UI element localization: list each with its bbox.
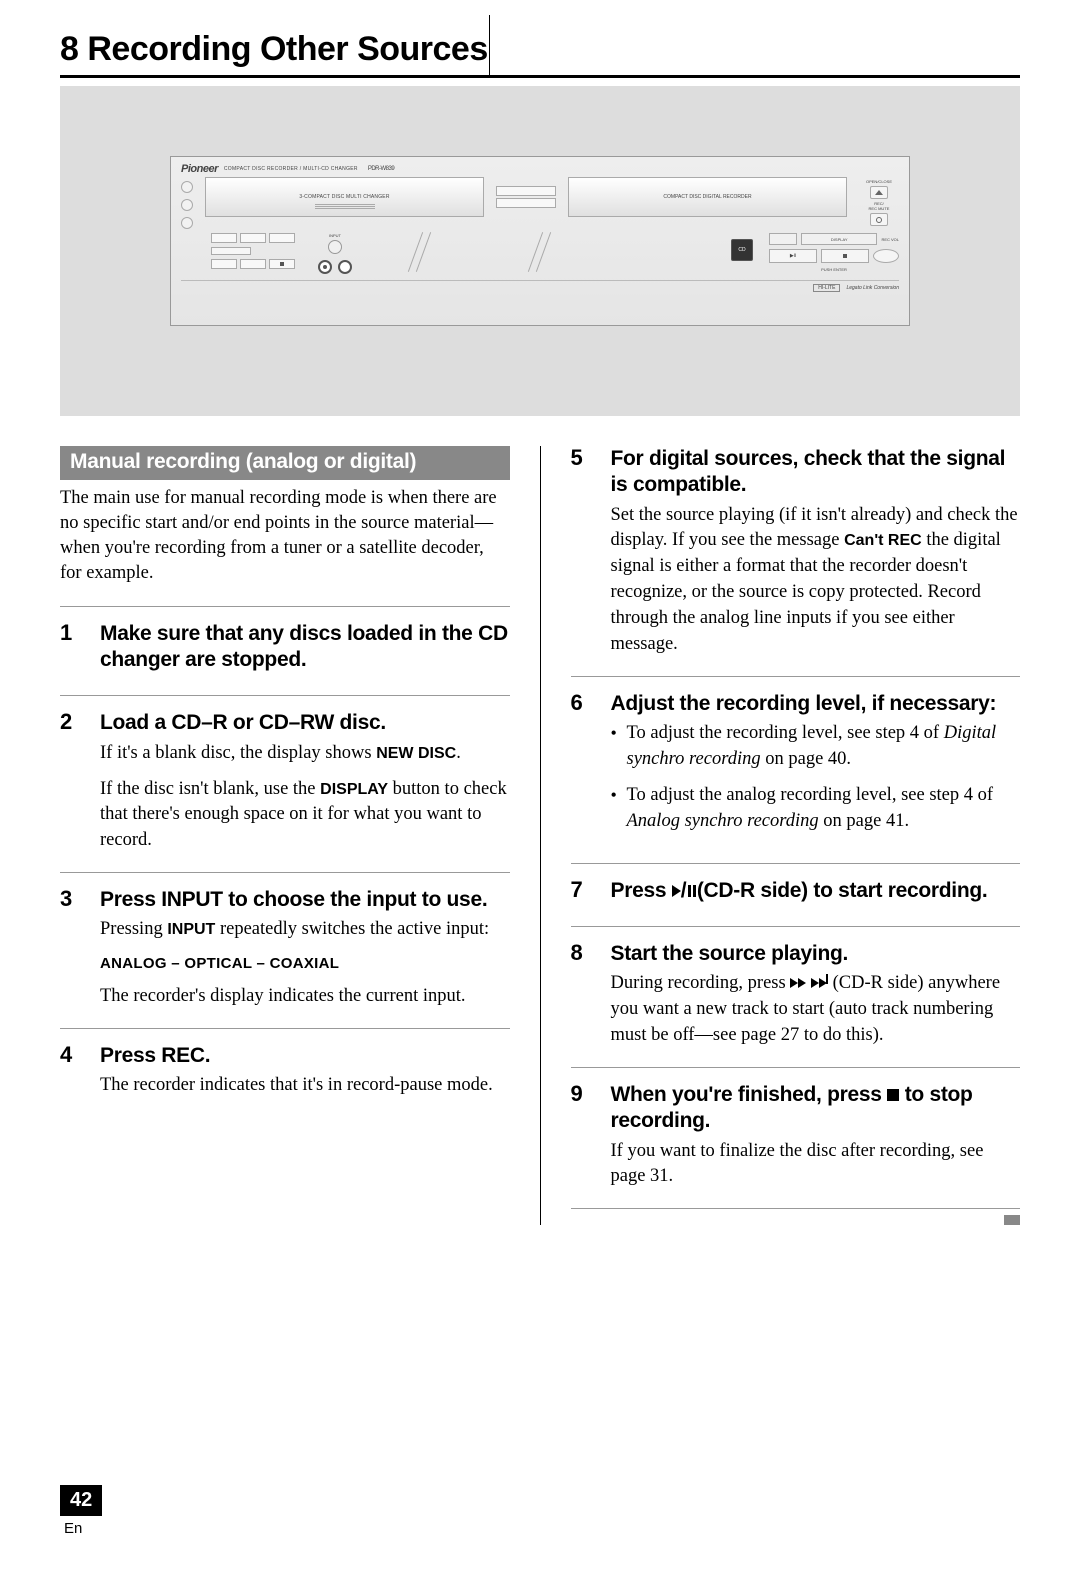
step-4: 4 Press REC. The recorder indicates that… xyxy=(60,1028,510,1117)
step-heading: Make sure that any discs loaded in the C… xyxy=(100,621,510,674)
rec-vol-label: REC VOL xyxy=(881,237,899,242)
disc-indicator-1 xyxy=(181,181,193,193)
chapter-header: 8 Recording Other Sources xyxy=(60,30,1020,78)
step-number: 3 xyxy=(60,887,82,1010)
brand-logo: Pioneer xyxy=(181,163,218,175)
step-number: 2 xyxy=(60,710,82,854)
step-number: 7 xyxy=(571,878,593,908)
step-5: 5 For digital sources, check that the si… xyxy=(571,446,1021,676)
device-front-panel: Pioneer COMPACT DISC RECORDER / MULTI-CD… xyxy=(170,156,910,326)
stop-icon xyxy=(887,1089,899,1101)
step-heading: Press / (CD-R side) to start recording. xyxy=(611,878,1021,904)
push-enter-label: PUSH ENTER xyxy=(769,267,899,272)
display-windows xyxy=(496,177,556,217)
input-label: INPUT xyxy=(305,233,365,238)
open-close-label: OPEN/CLOSE xyxy=(866,179,892,184)
step-heading: Start the source playing. xyxy=(611,941,1021,967)
stop-button-device xyxy=(821,249,869,263)
step-9: 9 When you're finished, press to stop re… xyxy=(571,1067,1021,1208)
disc-indicator-2 xyxy=(181,199,193,211)
device-model: PDR-W839 xyxy=(368,166,394,172)
intro-text: The main use for manual recording mode i… xyxy=(60,486,510,586)
language-code: En xyxy=(64,1520,1020,1537)
column-divider xyxy=(540,446,541,1225)
step-1: 1 Make sure that any discs loaded in the… xyxy=(60,606,510,696)
section-banner: Manual recording (analog or digital) xyxy=(60,446,510,480)
device-illustration-area: Pioneer COMPACT DISC RECORDER / MULTI-CD… xyxy=(60,86,1020,416)
step-7: 7 Press / (CD-R side) to start recording… xyxy=(571,863,1021,926)
step-6: 6 Adjust the recording level, if necessa… xyxy=(571,676,1021,863)
header-divider xyxy=(489,15,490,75)
play-pause-button: ▶Ⅱ xyxy=(769,249,817,263)
step-number: 5 xyxy=(571,446,593,658)
page-number: 42 xyxy=(60,1485,102,1516)
input-chain: ANALOG – OPTICAL – COAXIAL xyxy=(100,953,510,974)
page-footer: 42 En xyxy=(60,1225,1020,1537)
display-button-label: DISPLAY xyxy=(801,233,877,245)
step-body-text: To adjust the recording level, see step … xyxy=(611,721,1021,835)
cd-logo-icon: CD xyxy=(731,239,753,261)
knob-2 xyxy=(338,260,352,274)
right-column: 5 For digital sources, check that the si… xyxy=(571,446,1021,1225)
rec-mute-button xyxy=(870,213,888,226)
play-icon xyxy=(672,885,681,897)
step-number: 6 xyxy=(571,691,593,845)
step-body-text: The recorder indicates that it's in reco… xyxy=(100,1073,510,1099)
rec-knob xyxy=(318,260,332,274)
step-heading: Press INPUT to choose the input to use. xyxy=(100,887,510,913)
end-rule xyxy=(571,1208,1021,1209)
jog-dial xyxy=(873,249,899,263)
fast-forward-icon xyxy=(790,971,806,997)
step-3: 3 Press INPUT to choose the input to use… xyxy=(60,872,510,1028)
step-heading: Load a CD–R or CD–RW disc. xyxy=(100,710,510,736)
next-track-icon xyxy=(811,971,828,997)
step-2: 2 Load a CD–R or CD–RW disc. If it's a b… xyxy=(60,695,510,872)
changer-tray: 3-COMPACT DISC MULTI CHANGER xyxy=(205,177,484,217)
step-heading: For digital sources, check that the sign… xyxy=(611,446,1021,499)
step-body-text: Set the source playing (if it isn't alre… xyxy=(611,503,1021,658)
left-column: Manual recording (analog or digital) The… xyxy=(60,446,510,1225)
section-end-marker xyxy=(1004,1215,1020,1225)
step-body-text: If you want to finalize the disc after r… xyxy=(611,1139,1021,1191)
recorder-tray: COMPACT DISC DIGITAL RECORDER xyxy=(568,177,847,217)
device-subtitle: COMPACT DISC RECORDER / MULTI-CD CHANGER xyxy=(224,166,358,172)
input-selector-knob xyxy=(328,240,342,254)
content-columns: Manual recording (analog or digital) The… xyxy=(60,446,1020,1225)
step-number: 8 xyxy=(571,941,593,1049)
step-number: 9 xyxy=(571,1082,593,1190)
hires-badge: HI-LITE xyxy=(813,284,840,292)
step-body-text: If it's a blank disc, the display shows … xyxy=(100,741,510,855)
step-heading: Press REC. xyxy=(100,1043,510,1069)
step-8: 8 Start the source playing. During recor… xyxy=(571,926,1021,1067)
step-heading: When you're finished, press to stop reco… xyxy=(611,1082,1021,1135)
front-slash-decor: CD xyxy=(375,233,759,271)
chapter-title: 8 Recording Other Sources xyxy=(60,30,1020,75)
step-heading: Adjust the recording level, if necessary… xyxy=(611,691,1021,717)
legato-label: Legato Link Conversion xyxy=(846,285,899,291)
step-body-text: During recording, press (CD-R side) anyw… xyxy=(611,971,1021,1049)
step-number: 4 xyxy=(60,1043,82,1099)
rec-mute-label: REC/ REC MUTE xyxy=(869,201,890,211)
open-close-button xyxy=(870,186,888,199)
step-body-text: Pressing INPUT repeatedly switches the a… xyxy=(100,917,510,1010)
disc-indicator-3 xyxy=(181,217,193,229)
step-number: 1 xyxy=(60,621,82,678)
